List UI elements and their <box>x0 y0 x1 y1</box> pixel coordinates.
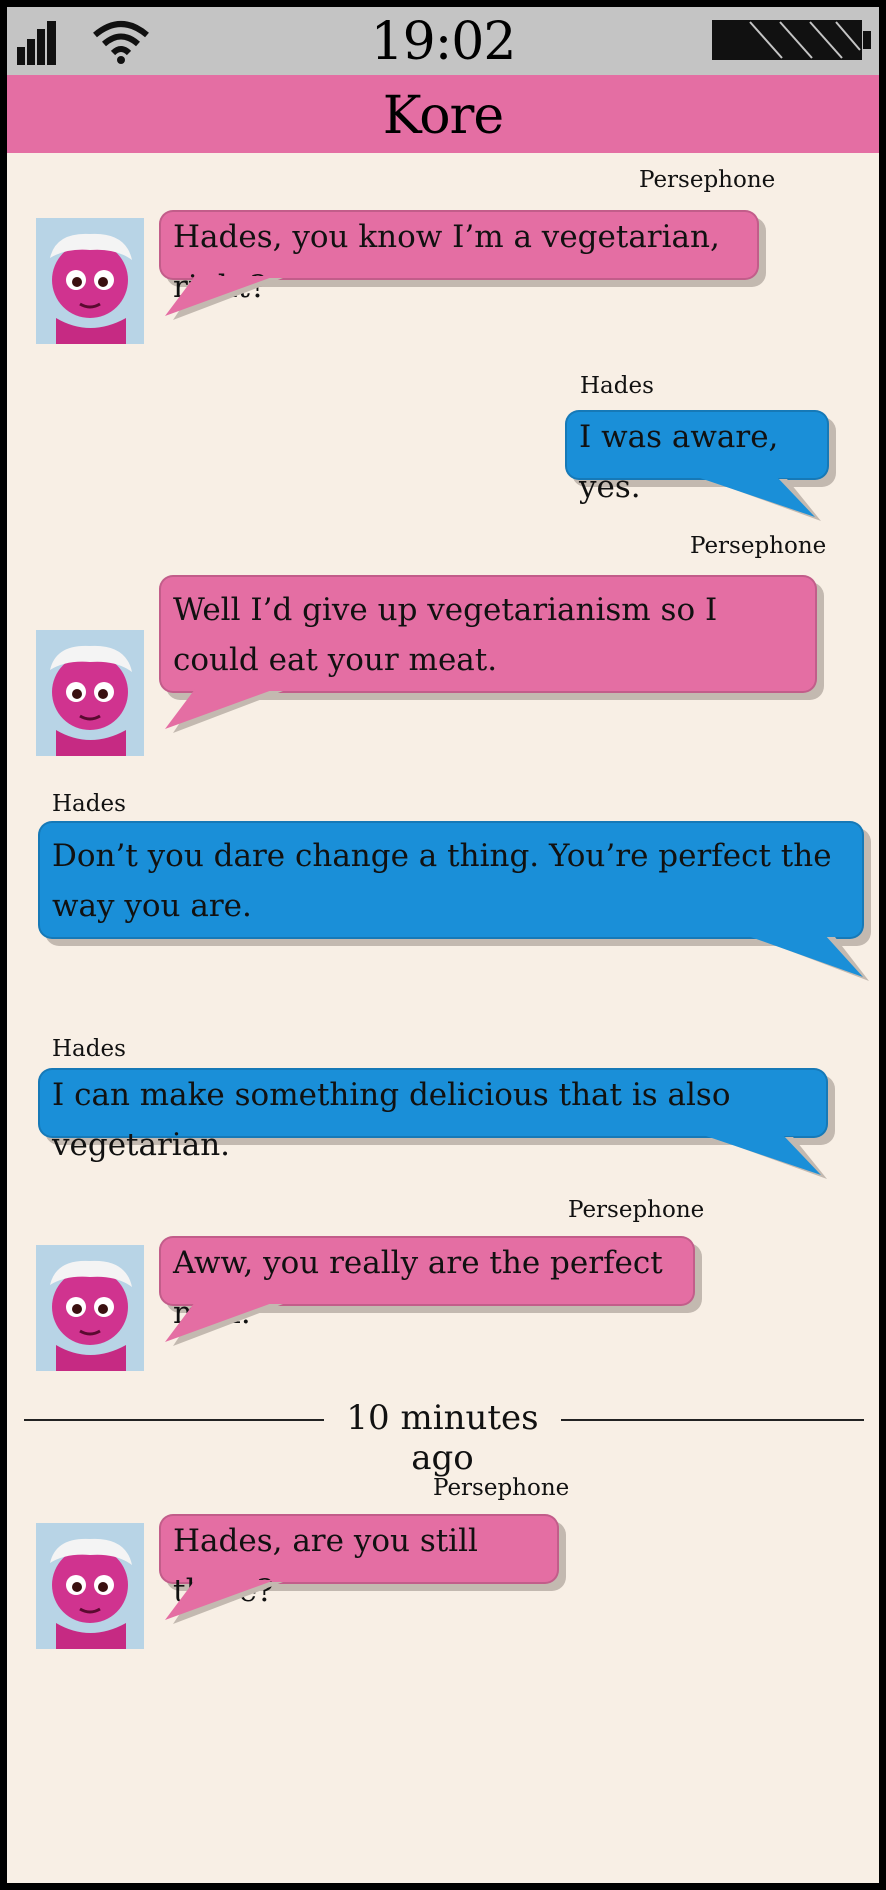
bubble-tail <box>745 935 869 981</box>
message-bubble-persephone[interactable]: Well I’d give up vegetarianism so I coul… <box>159 575 817 693</box>
divider-line-right <box>561 1419 864 1421</box>
timestamp-divider: 10 minutes ago <box>346 1398 539 1478</box>
avatar-persephone-icon <box>36 218 144 344</box>
message-bubble-hades[interactable]: Don’t you dare change a thing. You’re pe… <box>38 821 864 939</box>
avatar-persephone-icon <box>36 1245 144 1371</box>
divider-line-left <box>24 1419 324 1421</box>
bubble-tail <box>165 1580 283 1624</box>
sender-label: Persephone <box>690 533 827 559</box>
avatar-persephone-icon <box>36 630 144 756</box>
sender-label: Hades <box>52 1036 126 1062</box>
battery-icon <box>712 20 871 60</box>
message-bubble-persephone[interactable]: Aww, you really are the perfect man. <box>159 1236 695 1331</box>
message-bubble-hades[interactable]: I can make something delicious that is a… <box>38 1068 828 1163</box>
bubble-tail <box>165 689 283 733</box>
avatar[interactable] <box>36 630 144 756</box>
bubble-tail <box>703 1135 827 1179</box>
sender-label: Persephone <box>639 167 776 193</box>
sender-label: Persephone <box>433 1475 570 1501</box>
chat-header: Kore <box>7 75 879 153</box>
message-bubble-persephone[interactable]: Hades, you know I’m a vegetarian, right? <box>159 210 759 305</box>
contact-name: Kore <box>382 86 504 146</box>
sender-label: Hades <box>580 373 654 399</box>
sender-label: Persephone <box>568 1197 705 1223</box>
status-bar: 19:02 <box>7 7 879 75</box>
message-bubble-hades[interactable]: I was aware, yes. <box>565 410 829 505</box>
bubble-tail <box>165 276 283 320</box>
message-bubble-persephone[interactable]: Hades, are you still there? <box>159 1514 559 1609</box>
bubble-tail <box>165 1302 283 1346</box>
avatar[interactable] <box>36 1245 144 1371</box>
avatar[interactable] <box>36 218 144 344</box>
phone-screen: 19:02 Kore Persephone Hades, you know I’… <box>7 7 879 1883</box>
avatar-persephone-icon <box>36 1523 144 1649</box>
sender-label: Hades <box>52 791 126 817</box>
bubble-tail <box>697 477 821 521</box>
avatar[interactable] <box>36 1523 144 1649</box>
